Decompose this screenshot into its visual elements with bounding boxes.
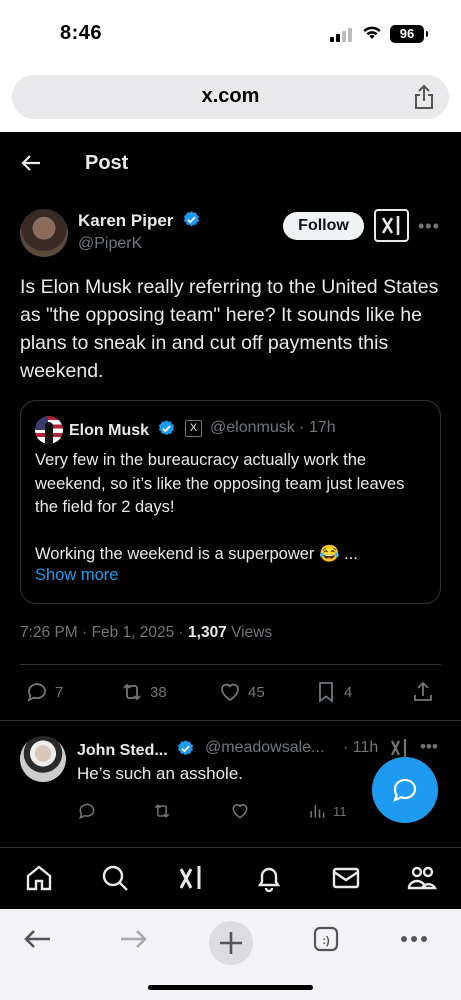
status-time: 8:46 [60,22,103,44]
url-bar[interactable]: x.com [12,75,449,119]
share-post-button[interactable] [411,680,441,704]
reply-views[interactable]: 11 [307,801,347,821]
battery-indicator: 96 [390,25,428,43]
reply-like-button[interactable] [230,801,256,821]
home-icon[interactable] [24,863,54,893]
post-timestamp: 7:26 PM · Feb 1, 2025 · [20,624,189,641]
reply-handle[interactable]: @meadowsale... [205,739,324,757]
bottom-nav [0,847,461,909]
author-handle[interactable]: @PiperK [78,235,142,253]
like-icon [221,683,239,702]
grok-icon [381,216,400,235]
like-button[interactable]: 45 [218,680,265,704]
new-tab-button[interactable] [209,921,253,965]
quoted-post[interactable]: Elon Musk X @elonmusk · 17h Very few in … [20,400,441,604]
views-icon [310,805,325,818]
divider [0,720,461,721]
divider [20,664,441,665]
quote-avatar[interactable] [35,416,63,444]
post-actions: 7 38 45 4 [0,680,461,706]
reply-reply-button[interactable] [77,801,103,821]
grok-icon[interactable] [177,863,207,893]
grok-icon[interactable] [389,737,411,759]
messages-icon[interactable] [331,863,361,893]
communities-icon[interactable] [407,863,437,893]
views-count: 1,307 [188,624,227,641]
affiliation-badge: X [185,420,202,437]
grok-button[interactable] [374,209,409,242]
reply-count: 7 [55,683,64,701]
home-indicator [148,985,313,990]
bookmark-count: 4 [344,683,353,701]
status-bar: 8:46 96 [0,0,461,62]
show-more-link[interactable]: Show more [35,566,118,585]
back-arrow-icon[interactable] [20,152,42,174]
post-meta: 7:26 PM · Feb 1, 2025 · 1,307 Views [20,624,272,642]
reply-icon [79,803,95,820]
quote-handle-time: @elonmusk · 17h [210,419,336,436]
bookmark-button[interactable]: 4 [314,680,352,704]
reply-button[interactable]: 7 [25,680,63,704]
compose-icon [393,778,417,803]
like-count: 45 [248,683,265,701]
browser-back-icon[interactable] [20,921,56,957]
svg-text::): :) [322,935,330,947]
compose-button[interactable] [372,757,438,823]
reply-text: He’s such an asshole. [77,764,244,783]
repost-count: 38 [150,683,167,701]
reply-author-name[interactable]: John Sted... [77,739,195,760]
repost-icon [154,804,170,818]
reply-avatar[interactable] [20,736,66,782]
quote-text: Very few in the bureaucracy actually wor… [35,451,405,563]
reply-time: · 11h [343,739,379,756]
avatar[interactable] [20,209,68,257]
author-name[interactable]: Karen Piper [78,210,201,231]
browser-top-area: 8:46 96 x.com [0,0,461,132]
reply-author-name-text: John Sted... [77,742,168,759]
notifications-icon[interactable] [254,863,284,893]
post-header: Post [0,132,461,192]
more-icon[interactable] [396,921,432,957]
reply-icon [27,683,46,702]
quote-author-name[interactable]: Elon Musk [69,419,176,440]
share-icon[interactable] [413,84,435,110]
author-name-text: Karen Piper [78,211,174,230]
share-icon [414,681,432,701]
page-title: Post [85,152,129,174]
quote-author-name-text: Elon Musk [69,422,150,439]
bookmark-icon [319,682,333,703]
post-text: Is Elon Musk really referring to the Uni… [20,276,439,382]
cellular-signal-icon [330,26,354,42]
plus-icon [220,932,242,954]
follow-button[interactable]: Follow [283,212,364,240]
verified-icon [159,420,175,436]
repost-icon [123,683,141,701]
repost-button[interactable]: 38 [120,680,167,704]
reply-repost-button[interactable] [152,801,178,821]
reply-views-count: 11 [333,803,347,819]
reply-more-icon[interactable]: ••• [420,737,438,757]
search-icon[interactable] [100,863,130,893]
verified-icon [178,740,194,756]
url-text: x.com [201,85,260,107]
verified-icon [184,211,200,227]
views-label: Views [226,624,273,641]
wifi-icon [363,26,381,39]
tabs-icon[interactable]: :) [308,921,344,957]
like-icon [232,804,248,819]
browser-forward-icon[interactable] [115,921,151,957]
more-icon[interactable]: ••• [418,216,440,237]
